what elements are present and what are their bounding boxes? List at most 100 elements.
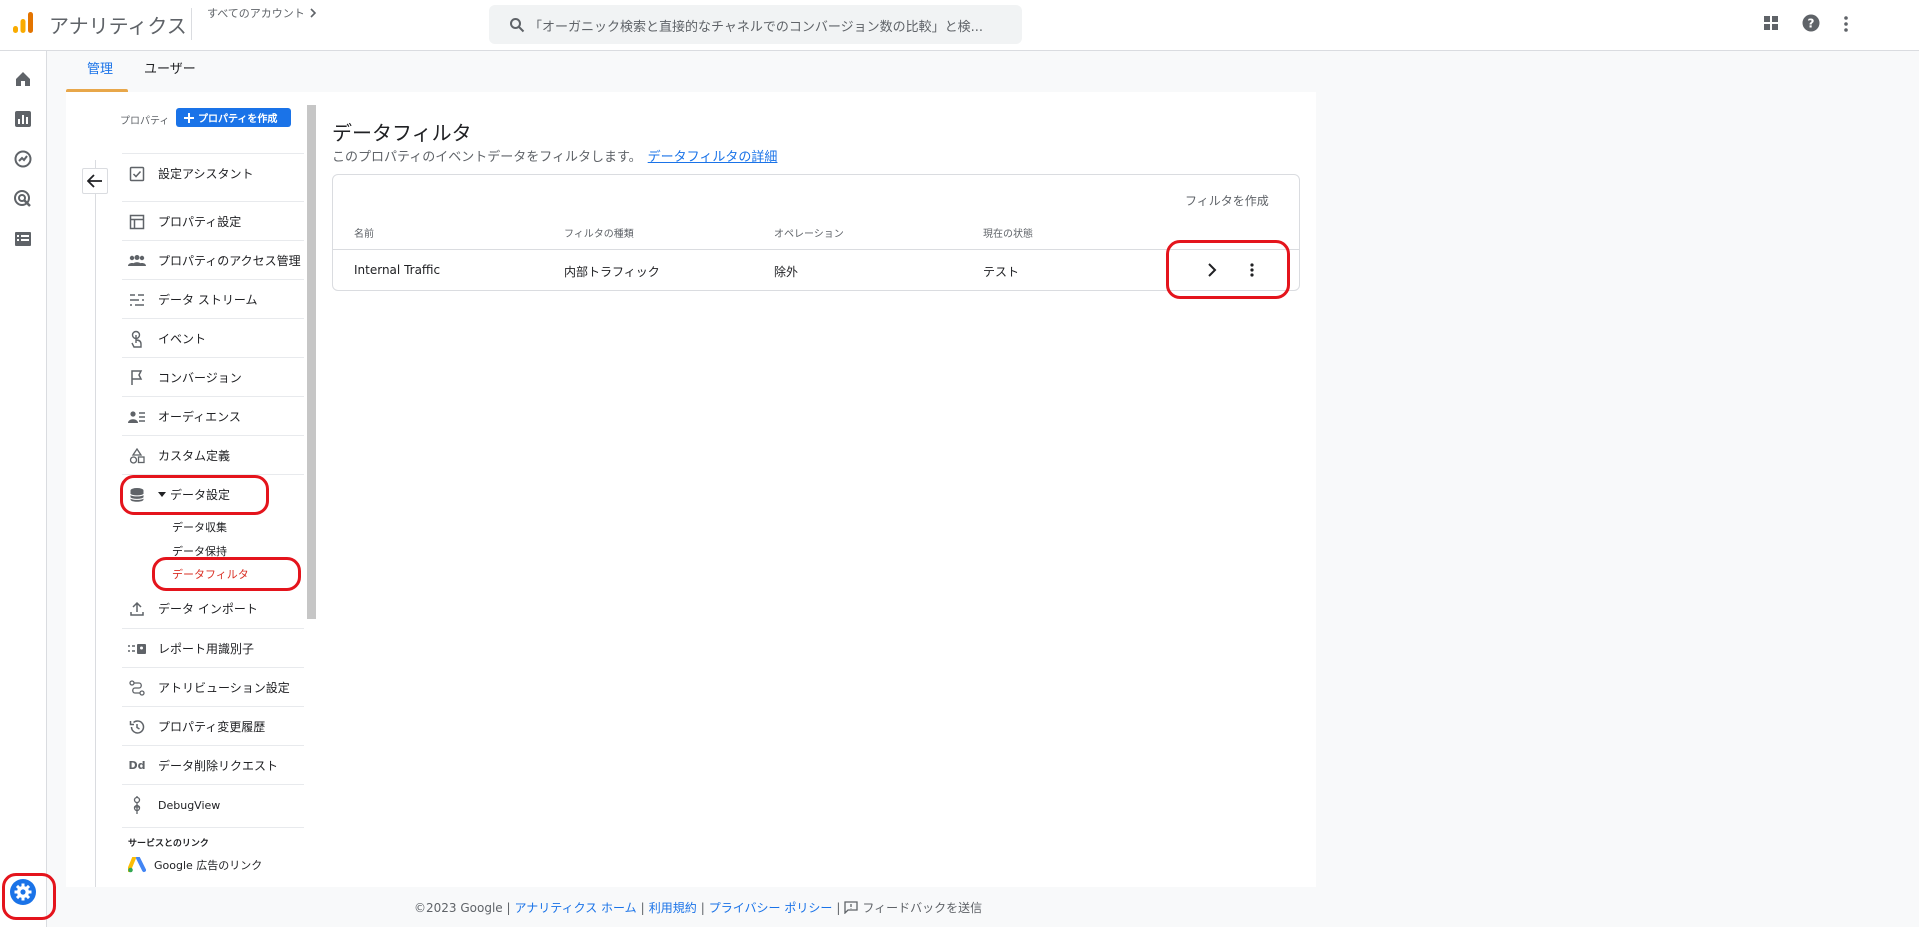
sub-item-data-collection[interactable]: データ収集: [172, 519, 227, 535]
column-header-operation: オペレーション: [774, 229, 844, 240]
attribution-icon: [122, 679, 152, 696]
page-description-text: このプロパティのイベントデータをフィルタします。: [332, 150, 642, 165]
nav-item-reporting-identity[interactable]: レポート用識別子: [122, 628, 304, 668]
left-rail: [0, 51, 47, 927]
table-row[interactable]: Internal Traffic 内部トラフィック 除外 テスト: [333, 249, 1299, 291]
back-button[interactable]: [82, 168, 108, 194]
create-property-button[interactable]: プロパティを作成: [176, 108, 291, 127]
flag-icon: [122, 369, 152, 386]
nav-item-google-ads-link[interactable]: Google 広告のリンク: [128, 857, 262, 873]
cell-status: テスト: [983, 265, 1020, 279]
search-placeholder: 「オーガニック検索と直接的なチャネルでのコンバージョン数の比較」と検...: [529, 20, 984, 35]
nav-item-label: Google 広告のリンク: [154, 859, 263, 872]
account-breadcrumb-label: すべてのアカウント: [207, 7, 305, 20]
cell-operation: 除外: [774, 265, 799, 279]
column-header-filter-type: フィルタの種類: [564, 229, 634, 240]
column-header-status: 現在の状態: [983, 229, 1033, 240]
nav-item-attribution-settings[interactable]: アトリビューション設定: [122, 667, 304, 707]
nav-item-label: プロパティのアクセス管理: [158, 254, 301, 268]
nav-item-label: 設定アシスタント: [158, 167, 254, 181]
property-settings-icon: [122, 214, 152, 230]
page-title: データフィルタ: [332, 121, 472, 145]
history-icon: [122, 719, 152, 735]
nav-item-label: カスタム定義: [158, 449, 231, 463]
footer-link-terms[interactable]: 利用規約: [649, 899, 697, 916]
account-breadcrumb[interactable]: すべてのアカウント: [207, 5, 318, 21]
nav-scrollbar[interactable]: [307, 105, 316, 619]
touch-icon: [122, 330, 152, 348]
feedback-icon: [844, 901, 859, 914]
highlight-admin-gear: [2, 873, 56, 920]
dd-icon: Dd: [128, 759, 146, 772]
footer-link-home[interactable]: アナリティクス ホーム: [515, 899, 637, 916]
footer-separator: |: [836, 900, 841, 915]
search-icon: [509, 17, 525, 33]
top-bar: アナリティクス すべてのアカウント 「オーガニック検索と直接的なチャネルでのコン…: [0, 0, 1919, 51]
footer-copyright: ©2023 Google |: [414, 900, 511, 915]
nav-item-custom-definitions[interactable]: カスタム定義: [122, 435, 304, 475]
svg-text:?: ?: [1808, 17, 1815, 31]
apps-grid-icon[interactable]: [1763, 15, 1779, 31]
nav-item-label: レポート用識別子: [158, 642, 255, 656]
nav-item-data-deletion[interactable]: Dd データ削除リクエスト: [122, 745, 304, 785]
create-filter-button[interactable]: フィルタを作成: [1185, 192, 1269, 209]
highlight-data-filters: [152, 557, 301, 591]
nav-item-label: データ インポート: [158, 602, 258, 616]
plus-icon: [184, 112, 194, 123]
tab-admin[interactable]: 管理: [66, 56, 134, 92]
home-icon[interactable]: [13, 69, 33, 89]
advertising-icon[interactable]: [13, 189, 33, 209]
help-icon[interactable]: ?: [1802, 14, 1820, 32]
service-links-heading: サービスとのリンク: [128, 839, 209, 849]
nav-divider: [122, 827, 304, 828]
nav-item-access-management[interactable]: プロパティのアクセス管理: [122, 240, 304, 280]
nav-item-debugview[interactable]: DebugView: [122, 784, 304, 825]
nav-item-events[interactable]: イベント: [122, 318, 304, 358]
footer-separator: |: [640, 900, 645, 915]
configure-list-icon[interactable]: [13, 229, 33, 249]
nav-item-data-import[interactable]: データ インポート: [122, 589, 304, 628]
footer-link-feedback[interactable]: フィードバックを送信: [862, 899, 982, 916]
nav-item-data-streams[interactable]: データ ストリーム: [122, 279, 304, 319]
nav-item-change-history[interactable]: プロパティ変更履歴: [122, 706, 304, 746]
people-icon: [122, 254, 152, 268]
nav-item-conversions[interactable]: コンバージョン: [122, 357, 304, 397]
app-title[interactable]: アナリティクス: [49, 10, 187, 39]
search-input[interactable]: 「オーガニック検索と直接的なチャネルでのコンバージョン数の比較」と検...: [489, 5, 1022, 44]
footer-link-privacy[interactable]: プライバシー ポリシー: [709, 899, 833, 916]
explore-icon[interactable]: [13, 149, 33, 169]
header-divider: [191, 8, 192, 40]
nav-item-label: コンバージョン: [158, 371, 242, 385]
nav-item-label: アトリビューション設定: [158, 681, 290, 695]
more-vert-icon[interactable]: [1843, 15, 1849, 33]
footer: ©2023 Google | アナリティクス ホーム | 利用規約 | プライバ…: [414, 899, 982, 916]
arrow-back-icon: [87, 174, 103, 188]
nav-item-label: DebugView: [158, 798, 221, 812]
nav-item-label: オーディエンス: [158, 410, 241, 424]
cell-name: Internal Traffic: [354, 263, 441, 277]
reports-icon[interactable]: [13, 109, 33, 129]
cell-filter-type: 内部トラフィック: [564, 265, 660, 279]
upload-icon: [122, 601, 152, 617]
audience-icon: [122, 410, 152, 424]
property-label: プロパティ: [120, 116, 170, 127]
checkbox-icon: [122, 166, 152, 182]
stream-icon: [122, 293, 152, 307]
analytics-logo-icon[interactable]: [11, 11, 35, 35]
nav-item-label: データ ストリーム: [158, 293, 258, 307]
tab-user[interactable]: ユーザー: [140, 56, 200, 92]
highlight-data-settings: [120, 475, 269, 515]
data-filter-details-link[interactable]: データフィルタの詳細: [648, 150, 778, 165]
nav-item-property-settings[interactable]: プロパティ設定: [122, 201, 304, 241]
nav-item-label: イベント: [158, 332, 207, 346]
google-ads-icon: [128, 857, 146, 873]
page-description: このプロパティのイベントデータをフィルタします。 データフィルタの詳細: [332, 146, 777, 165]
shapes-icon: [122, 447, 152, 464]
nav-item-label: プロパティ設定: [158, 215, 242, 229]
nav-item-label: プロパティ変更履歴: [158, 720, 266, 734]
footer-separator: |: [700, 900, 705, 915]
create-property-label: プロパティを作成: [198, 114, 278, 125]
nav-item-setup-assistant[interactable]: 設定アシスタント: [122, 153, 304, 193]
chevron-right-icon: [308, 7, 318, 19]
nav-item-audiences[interactable]: オーディエンス: [122, 396, 304, 436]
